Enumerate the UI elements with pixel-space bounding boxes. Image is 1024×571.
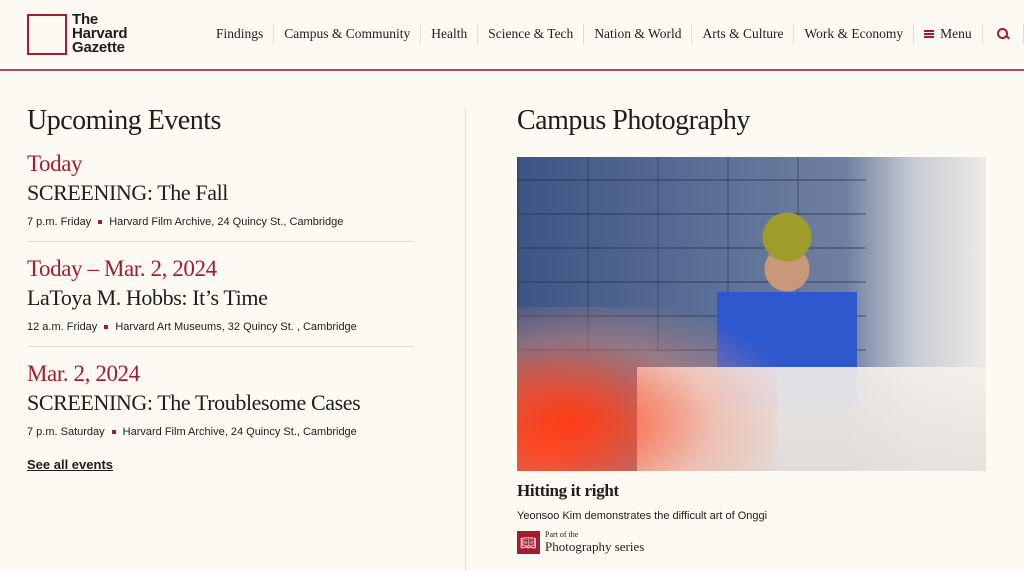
site-header: The Harvard Gazette Findings Campus & Co… [0,0,1024,71]
event-date: Today – Mar. 2, 2024 [27,256,217,281]
nav-nation-world[interactable]: Nation & World [584,24,693,44]
featured-photo[interactable] [517,157,986,471]
column-divider [465,108,466,571]
event-title-link[interactable]: SCREENING: The Fall [27,180,414,206]
logo-text: The Harvard Gazette [72,11,128,56]
campus-photography: Campus Photography Hitting it right Yeon… [517,105,986,555]
upcoming-events: Upcoming Events Today SCREENING: The Fal… [27,105,414,474]
event-date: Today [27,151,83,176]
search-button[interactable] [983,24,1024,44]
nav-health[interactable]: Health [421,24,479,44]
event-time: 12 a.m. Friday [27,321,98,333]
event-item: Today – Mar. 2, 2024 LaToya M. Hobbs: It… [27,256,414,347]
photo-title-link[interactable]: Hitting it right [517,481,986,501]
event-title-link[interactable]: LaToya M. Hobbs: It’s Time [27,285,414,311]
event-time: 7 p.m. Saturday [27,426,105,438]
event-location: Harvard Film Archive, 24 Quincy St., Cam… [109,216,344,228]
book-icon: 📖︎ [517,531,540,554]
separator-dot [98,220,103,224]
event-time: 7 p.m. Friday [27,216,92,228]
nav-findings[interactable]: Findings [206,24,275,44]
nav-work-economy[interactable]: Work & Economy [794,24,915,44]
event-date: Mar. 2, 2024 [27,361,140,386]
hamburger-icon [924,30,935,38]
event-item: Mar. 2, 2024 SCREENING: The Troublesome … [27,361,414,451]
search-icon [996,28,1009,40]
event-location: Harvard Film Archive, 24 Quincy St., Cam… [122,426,357,438]
site-logo[interactable]: The Harvard Gazette [27,11,128,56]
separator-dot [111,430,116,434]
nav-campus-community[interactable]: Campus & Community [274,24,422,44]
nav-arts-culture[interactable]: Arts & Culture [692,24,795,44]
photography-heading: Campus Photography [517,105,750,136]
event-title-link[interactable]: SCREENING: The Troublesome Cases [27,390,414,416]
event-location: Harvard Art Museums, 32 Quincy St. , Cam… [115,321,357,333]
logo-mark [27,13,67,55]
see-all-events-link[interactable]: See all events [27,457,113,472]
separator-dot [104,325,109,329]
events-heading: Upcoming Events [27,105,221,136]
photo-caption: Yeonsoo Kim demonstrates the difficult a… [517,510,768,522]
event-item: Today SCREENING: The Fall 7 p.m. Friday H… [27,151,414,242]
menu-button[interactable]: Menu [914,24,983,44]
nav-science-tech[interactable]: Science & Tech [478,24,585,44]
main-nav: Findings Campus & Community Health Scien… [206,24,1024,44]
photography-series-link[interactable]: 📖︎ Part of the Photography series [517,530,986,555]
